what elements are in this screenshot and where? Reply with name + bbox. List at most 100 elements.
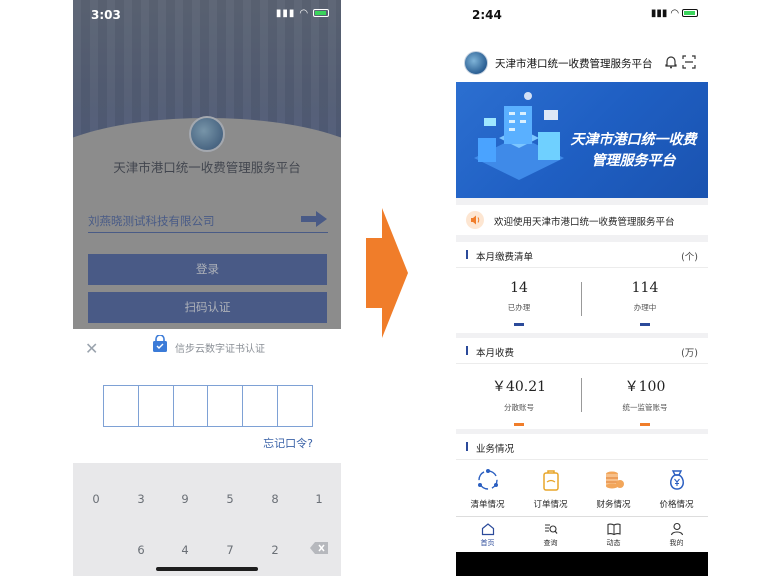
status-icons: ▮▮▮ ◠ [651,8,698,19]
bag-icon [542,470,559,491]
backspace-icon[interactable] [309,541,329,555]
business-section: 业务情况 清单情况 订单情况 财务情况 价格情况 [456,434,708,516]
number-keypad: 0 3 9 5 8 1 6 4 7 2 [73,463,341,576]
stat-label: 统一监管账号 [622,403,668,412]
pin-box[interactable] [174,386,209,426]
coins-icon [605,471,624,489]
pin-box[interactable] [139,386,174,426]
home-screen: 2:44 ▮▮▮ ◠ 天津市港口统一收费管理服务平台 天津市港口统一收费 管理服… [456,0,708,576]
pin-box[interactable] [243,386,279,426]
section-marker [466,250,468,259]
cycle-icon [477,469,498,490]
section-header: 本月缴费清单 (个) [456,242,708,268]
banner-text: 天津市港口统一收费 管理服务平台 [556,130,708,172]
status-time: 2:44 [472,8,502,22]
key[interactable]: 6 [131,543,151,557]
banner-line-2: 管理服务平台 [591,153,676,169]
stat-label: 办理中 [633,303,657,312]
search-list-icon [544,524,557,534]
home-indicator-area [456,552,708,576]
tab-news[interactable]: 动态 [582,517,645,552]
key[interactable]: 8 [265,492,285,506]
notice-bar[interactable]: 欢迎使用天津市港口统一收费管理服务平台 [456,205,708,235]
monthly-list-section: 本月缴费清单 (个) 14 已办理 114 办理中 [456,242,708,333]
key[interactable]: 2 [265,543,285,557]
status-time: 3:03 [91,8,121,22]
battery-icon [682,9,698,17]
pin-box[interactable] [104,386,139,426]
key[interactable]: 3 [131,492,151,506]
business-label: 价格情况 [659,500,694,510]
stat-value: 114 [631,280,659,296]
monthly-fee-section: 本月收费 (万) ￥40.21 分散账号 ￥100 统一监管账号 [456,338,708,429]
key[interactable]: 9 [175,492,195,506]
tab-label: 查询 [543,539,558,547]
section-marker [466,442,468,451]
tab-query[interactable]: 查询 [519,517,582,552]
key[interactable]: 4 [175,543,195,557]
status-icons: ▮▮▮ ◠ [276,8,329,19]
comparison-stage: 天津市港口统一收费管理服务平台 刘燕晓测试科技有限公司 登录 扫码认证 3:03… [0,0,768,576]
scan-icon[interactable] [682,55,696,69]
status-bar: 3:03 ▮▮▮ ◠ [73,6,341,24]
tab-home[interactable]: 首页 [456,517,519,552]
stat-indicator [640,323,650,326]
app-logo [464,51,488,75]
business-label: 订单情况 [533,500,568,510]
stat-indicator [514,323,524,326]
tab-mine[interactable]: 我的 [645,517,708,552]
stat-unified-account[interactable]: ￥100 统一监管账号 [582,376,708,426]
business-item-list[interactable]: 清单情况 [456,464,519,514]
section-unit: (万) [681,348,698,359]
battery-icon [313,9,329,17]
business-grid: 清单情况 订单情况 财务情况 价格情况 [456,464,708,514]
app-header: 天津市港口统一收费管理服务平台 [456,44,708,82]
business-item-price[interactable]: 价格情况 [645,464,708,514]
stat-label: 分散账号 [504,403,534,412]
bottom-tab-bar: 首页 查询 动态 我的 [456,516,708,552]
business-label: 清单情况 [470,500,505,510]
stat-processed[interactable]: 14 已办理 [456,280,582,326]
pin-box[interactable] [208,386,244,426]
status-bar: 2:44 ▮▮▮ ◠ [456,6,708,24]
banner-line-1: 天津市港口统一收费 [570,132,697,148]
speaker-icon [466,211,484,229]
key[interactable]: 5 [220,492,240,506]
app-title: 天津市港口统一收费管理服务平台 [495,58,653,70]
sheet-title-wrap: 信步云数字证书认证 [151,340,265,355]
book-icon [606,523,621,536]
stat-value: ￥100 [624,379,666,395]
hero-banner[interactable]: 天津市港口统一收费 管理服务平台 [456,82,708,198]
section-title: 本月收费 [476,348,515,359]
section-unit: (个) [681,252,698,263]
stat-indicator [514,423,524,426]
business-label: 财务情况 [596,500,631,510]
stat-distributed-account[interactable]: ￥40.21 分散账号 [456,376,582,426]
transition-arrow-icon [366,208,408,338]
key[interactable]: 1 [309,492,329,506]
section-header: 本月收费 (万) [456,338,708,364]
modal-overlay [73,0,341,330]
forgot-pin-link[interactable]: 忘记口令? [263,435,313,451]
bell-icon[interactable] [664,55,678,69]
pin-input[interactable] [103,385,313,427]
stat-value: 14 [510,280,528,296]
user-icon [670,522,683,536]
login-screen: 天津市港口统一收费管理服务平台 刘燕晓测试科技有限公司 登录 扫码认证 3:03… [73,0,341,576]
pin-box[interactable] [278,386,312,426]
stat-in-progress[interactable]: 114 办理中 [582,280,708,326]
tab-label: 我的 [669,539,684,547]
business-item-orders[interactable]: 订单情况 [519,464,582,514]
key[interactable]: 7 [220,543,240,557]
notice-text: 欢迎使用天津市港口统一收费管理服务平台 [494,217,675,228]
stat-label: 已办理 [507,303,531,312]
tab-label: 首页 [480,539,495,547]
business-item-finance[interactable]: 财务情况 [582,464,645,514]
home-indicator [156,567,258,571]
stat-value: ￥40.21 [491,379,547,395]
key[interactable]: 0 [86,492,106,506]
close-icon[interactable]: ✕ [85,339,98,358]
tab-label: 动态 [606,539,621,547]
section-header: 业务情况 [456,434,708,460]
stat-indicator [640,423,650,426]
